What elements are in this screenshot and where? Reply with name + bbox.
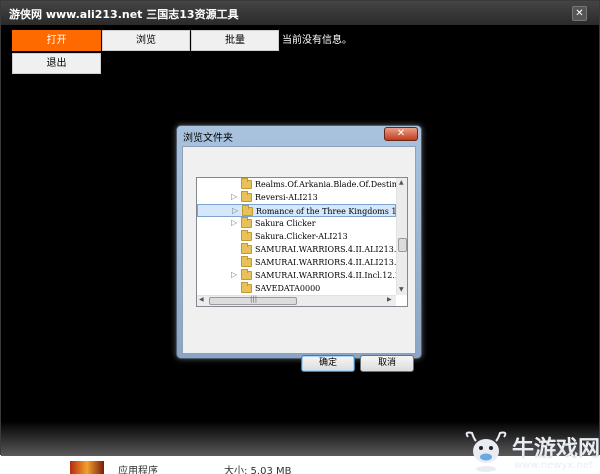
tree-item-label: Sakura Clicker	[255, 219, 316, 228]
tree-item[interactable]: SAVEDATA0000	[197, 282, 396, 295]
tree-item-label: Realms.Of.Arkania.Blade.Of.Destiny	[255, 180, 402, 189]
background-app-type: 应用程序	[118, 466, 158, 474]
tree-item-label: Reversi-ALI213	[255, 193, 318, 202]
folder-icon	[241, 243, 252, 254]
browse-button[interactable]: 浏览	[102, 30, 190, 51]
scroll-grip: |||	[250, 295, 258, 303]
tree-item[interactable]: SAMURAI.WARRIORS.4.II.ALI213.CHS	[197, 243, 407, 256]
tree-item-label: SAVEDATA0000	[255, 284, 321, 293]
horizontal-scrollbar[interactable]: ◀ ||| ▶	[197, 295, 396, 306]
open-button[interactable]: 打开	[12, 30, 101, 51]
cancel-button[interactable]: 取消	[360, 355, 414, 372]
exit-button[interactable]: 退出	[12, 53, 101, 74]
vertical-scrollbar[interactable]: ▲ ▼	[396, 178, 407, 295]
batch-button[interactable]: 批量	[191, 30, 279, 51]
expand-arrow-icon[interactable]: ▷	[231, 192, 237, 201]
background-app-thumbnail	[70, 461, 104, 474]
tree-item-label: SAMURAI.WARRIORS.4.II.ALI213.CHS	[255, 245, 408, 254]
browse-folder-dialog: 浏览文件夹 ✕ Realms.Of.Arkania.Blade.Of.Desti…	[176, 125, 422, 372]
folder-icon	[241, 191, 252, 202]
watermark-text: 牛游戏网	[512, 437, 600, 462]
watermark: 牛游戏网 www.newyx.net	[460, 427, 600, 474]
window-title: 游侠网 www.ali213.net 三国志13资源工具	[9, 8, 239, 21]
expand-arrow-icon[interactable]: ▷	[231, 218, 237, 227]
dialog-title: 浏览文件夹	[183, 133, 233, 144]
tree-item-label: SAMURAI.WARRIORS.4.II.ALI213.CHS	[255, 258, 408, 267]
expand-arrow-icon[interactable]: ▷	[231, 270, 237, 279]
scroll-thumb[interactable]	[398, 238, 407, 252]
folder-icon	[241, 282, 252, 293]
tree-item[interactable]: ▷ Reversi-ALI213	[197, 191, 396, 204]
background-file-size: 大小: 5.03 MB	[224, 466, 292, 474]
tree-item[interactable]: Realms.Of.Arkania.Blade.Of.Destiny	[197, 178, 401, 191]
tree-item[interactable]: ▷ Romance of the Three Kingdoms 13	[197, 204, 402, 217]
folder-icon	[241, 178, 252, 189]
scroll-left-icon[interactable]: ◀	[199, 296, 204, 303]
tree-item[interactable]: SAMURAI.WARRIORS.4.II.ALI213.CHS	[197, 256, 407, 269]
folder-icon	[241, 217, 252, 228]
dialog-close-icon[interactable]: ✕	[384, 127, 418, 141]
ok-button[interactable]: 确定	[301, 355, 355, 372]
folder-icon	[241, 269, 252, 280]
title-bar: 游侠网 www.ali213.net 三国志13资源工具 ✕	[1, 1, 599, 25]
tree-item-label: SAMURAI.WARRIORS.4.II.Incl.12.DLC	[255, 271, 408, 280]
folder-icon	[241, 230, 252, 241]
tree-item[interactable]: ▷ SAMURAI.WARRIORS.4.II.Incl.12.DLC	[197, 269, 407, 282]
folder-tree[interactable]: Realms.Of.Arkania.Blade.Of.Destiny ▷ Rever…	[196, 177, 408, 307]
expand-arrow-icon[interactable]: ▷	[232, 206, 238, 215]
scroll-up-icon[interactable]: ▲	[399, 179, 404, 186]
scroll-down-icon[interactable]: ▼	[399, 286, 404, 293]
tree-item[interactable]: Sakura.Clicker-ALI213	[197, 230, 396, 243]
status-message: 当前没有信息。	[282, 35, 352, 46]
watermark-url: www.newyx.net	[514, 460, 593, 471]
close-icon[interactable]: ✕	[572, 6, 587, 21]
tree-item-label: Sakura.Clicker-ALI213	[255, 232, 348, 241]
horizontal-scroll-thumb[interactable]: |||	[209, 295, 297, 305]
bull-logo-icon	[465, 431, 507, 472]
folder-icon	[242, 205, 253, 216]
scroll-right-icon[interactable]: ▶	[387, 296, 392, 303]
dialog-body: Realms.Of.Arkania.Blade.Of.Destiny ▷ Rever…	[182, 146, 416, 372]
tree-item[interactable]: ▷ Sakura Clicker	[197, 217, 396, 230]
folder-icon	[241, 256, 252, 267]
